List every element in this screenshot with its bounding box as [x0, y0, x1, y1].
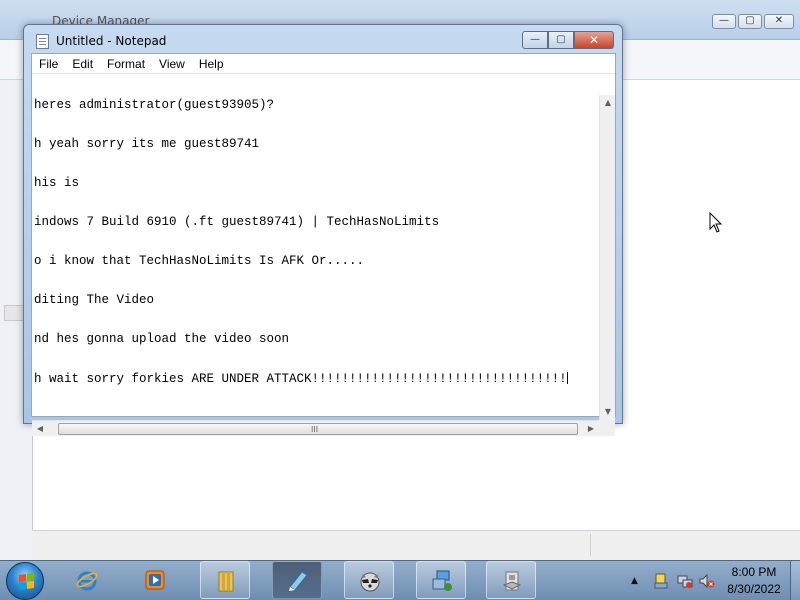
scroll-up-arrow-icon[interactable]: ▲ [600, 95, 616, 111]
ie-icon [76, 571, 98, 591]
notepad-close-button[interactable]: ✕ [574, 31, 614, 49]
text-line: diting The Video [34, 293, 155, 307]
notepad-icon[interactable] [36, 34, 49, 49]
scroll-down-arrow-icon[interactable]: ▼ [600, 404, 616, 420]
device-manager-icon [432, 570, 452, 591]
menu-view[interactable]: View [152, 54, 192, 73]
vertical-scrollbar[interactable]: ▲ ▼ [599, 95, 615, 420]
scroll-left-arrow-icon[interactable]: ◀ [32, 421, 48, 437]
menu-edit[interactable]: Edit [65, 54, 100, 73]
taskbar-media-player-button[interactable] [130, 561, 180, 599]
notepad-titlebar[interactable]: Untitled - Notepad — ▢ ✕ [24, 25, 622, 55]
text-line: indows 7 Build 6910 (.ft guest89741) | T… [34, 215, 440, 229]
notepad-title: Untitled - Notepad [56, 34, 167, 48]
start-button[interactable] [6, 562, 44, 600]
taskbar-installer-button[interactable] [486, 561, 536, 599]
text-line: nd hes gonna upload the video soon [34, 332, 290, 346]
text-line-last: h wait sorry forkies ARE UNDER ATTACK!!!… [34, 372, 594, 386]
text-line-content: h wait sorry forkies ARE UNDER ATTACK!!!… [34, 372, 567, 386]
menu-help[interactable]: Help [192, 54, 231, 73]
device-manager-minimize-button[interactable]: — [712, 14, 736, 29]
notepad-minimize-button[interactable]: — [522, 31, 548, 49]
volume-muted-icon[interactable] [699, 573, 715, 589]
scroll-right-arrow-icon[interactable]: ▶ [583, 421, 599, 437]
notepad-window-controls: — ▢ ✕ [522, 31, 614, 49]
text-caret [566, 372, 568, 384]
notepad-menubar: File Edit Format View Help [32, 54, 615, 74]
clock-date[interactable]: 8/30/2022 [722, 582, 786, 596]
menu-file[interactable]: File [32, 54, 65, 73]
clock-time[interactable]: 8:00 PM [722, 565, 786, 579]
horizontal-scroll-thumb[interactable]: III [58, 423, 578, 435]
scroll-thumb-grip: III [311, 425, 319, 434]
action-center-icon[interactable] [653, 573, 669, 589]
media-player-icon [145, 570, 165, 590]
scrollbar-corner [599, 420, 615, 436]
text-line: his is [34, 176, 80, 190]
status-bar-divider [590, 534, 591, 556]
device-manager-close-button[interactable]: ✕ [764, 14, 794, 29]
device-manager-status-bar [32, 530, 800, 560]
show-hidden-icons-button[interactable]: ▲ [631, 576, 638, 586]
network-icon[interactable] [677, 573, 693, 589]
menu-format[interactable]: Format [100, 54, 152, 73]
windows-logo-icon [19, 572, 34, 590]
text-line: h yeah sorry its me guest89741 [34, 137, 260, 151]
taskbar-explorer-button[interactable] [200, 561, 250, 599]
notepad-icon [289, 571, 308, 591]
mouse-pointer-icon [709, 212, 723, 233]
taskbar-raccoon-button[interactable] [344, 561, 394, 599]
taskbar-device-manager-button[interactable] [416, 561, 466, 599]
show-desktop-button[interactable] [790, 561, 800, 600]
notepad-maximize-button[interactable]: ▢ [548, 31, 574, 49]
horizontal-scrollbar[interactable]: ◀ III ▶ [32, 420, 599, 436]
device-manager-maximize-button[interactable]: ▢ [738, 14, 762, 29]
raccoon-icon [360, 572, 380, 592]
installer-icon [502, 571, 522, 591]
taskbar-ie-button[interactable] [62, 561, 112, 599]
notepad-document-text[interactable]: heres administrator(guest93905)? h yeah … [34, 73, 594, 393]
device-manager-left-pane-item[interactable] [4, 305, 24, 321]
folder-icon [218, 571, 234, 592]
taskbar-notepad-button[interactable] [272, 561, 322, 599]
text-line: o i know that TechHasNoLimits Is AFK Or.… [34, 254, 365, 268]
text-line: heres administrator(guest93905)? [34, 98, 275, 112]
device-manager-window-controls: — ▢ ✕ [712, 14, 794, 29]
